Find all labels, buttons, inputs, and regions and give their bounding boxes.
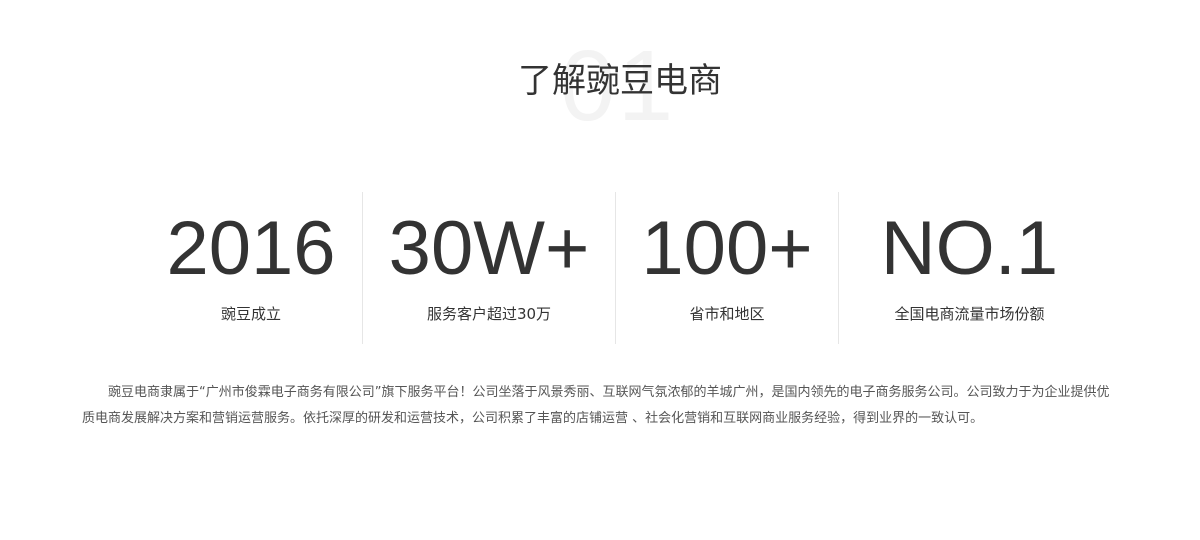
company-intro-paragraph: 豌豆电商隶属于“广州市俊霖电子商务有限公司”旗下服务平台！公司坐落于风景秀丽、互… <box>82 385 1110 426</box>
stat-value: 100+ <box>641 206 813 291</box>
stat-founded: 2016 豌豆成立 <box>140 192 362 344</box>
section-title: 了解豌豆电商 <box>518 61 722 101</box>
stat-label: 服务客户超过30万 <box>426 305 552 323</box>
stat-value: 2016 <box>166 206 336 291</box>
stats-row: 2016 豌豆成立 30W+ 服务客户超过30万 100+ 省市和地区 NO.1… <box>140 192 1100 344</box>
stat-value: NO.1 <box>880 206 1059 291</box>
stat-label: 省市和地区 <box>689 305 765 323</box>
stat-value: 30W+ <box>388 206 590 291</box>
stat-regions: 100+ 省市和地区 <box>616 192 838 344</box>
stat-market-share: NO.1 全国电商流量市场份额 <box>839 192 1100 344</box>
stat-customers: 30W+ 服务客户超过30万 <box>363 192 615 344</box>
stat-label: 全国电商流量市场份额 <box>894 305 1045 323</box>
section-header: 01 了解豌豆电商 <box>0 30 1200 140</box>
stat-label: 豌豆成立 <box>220 305 281 323</box>
